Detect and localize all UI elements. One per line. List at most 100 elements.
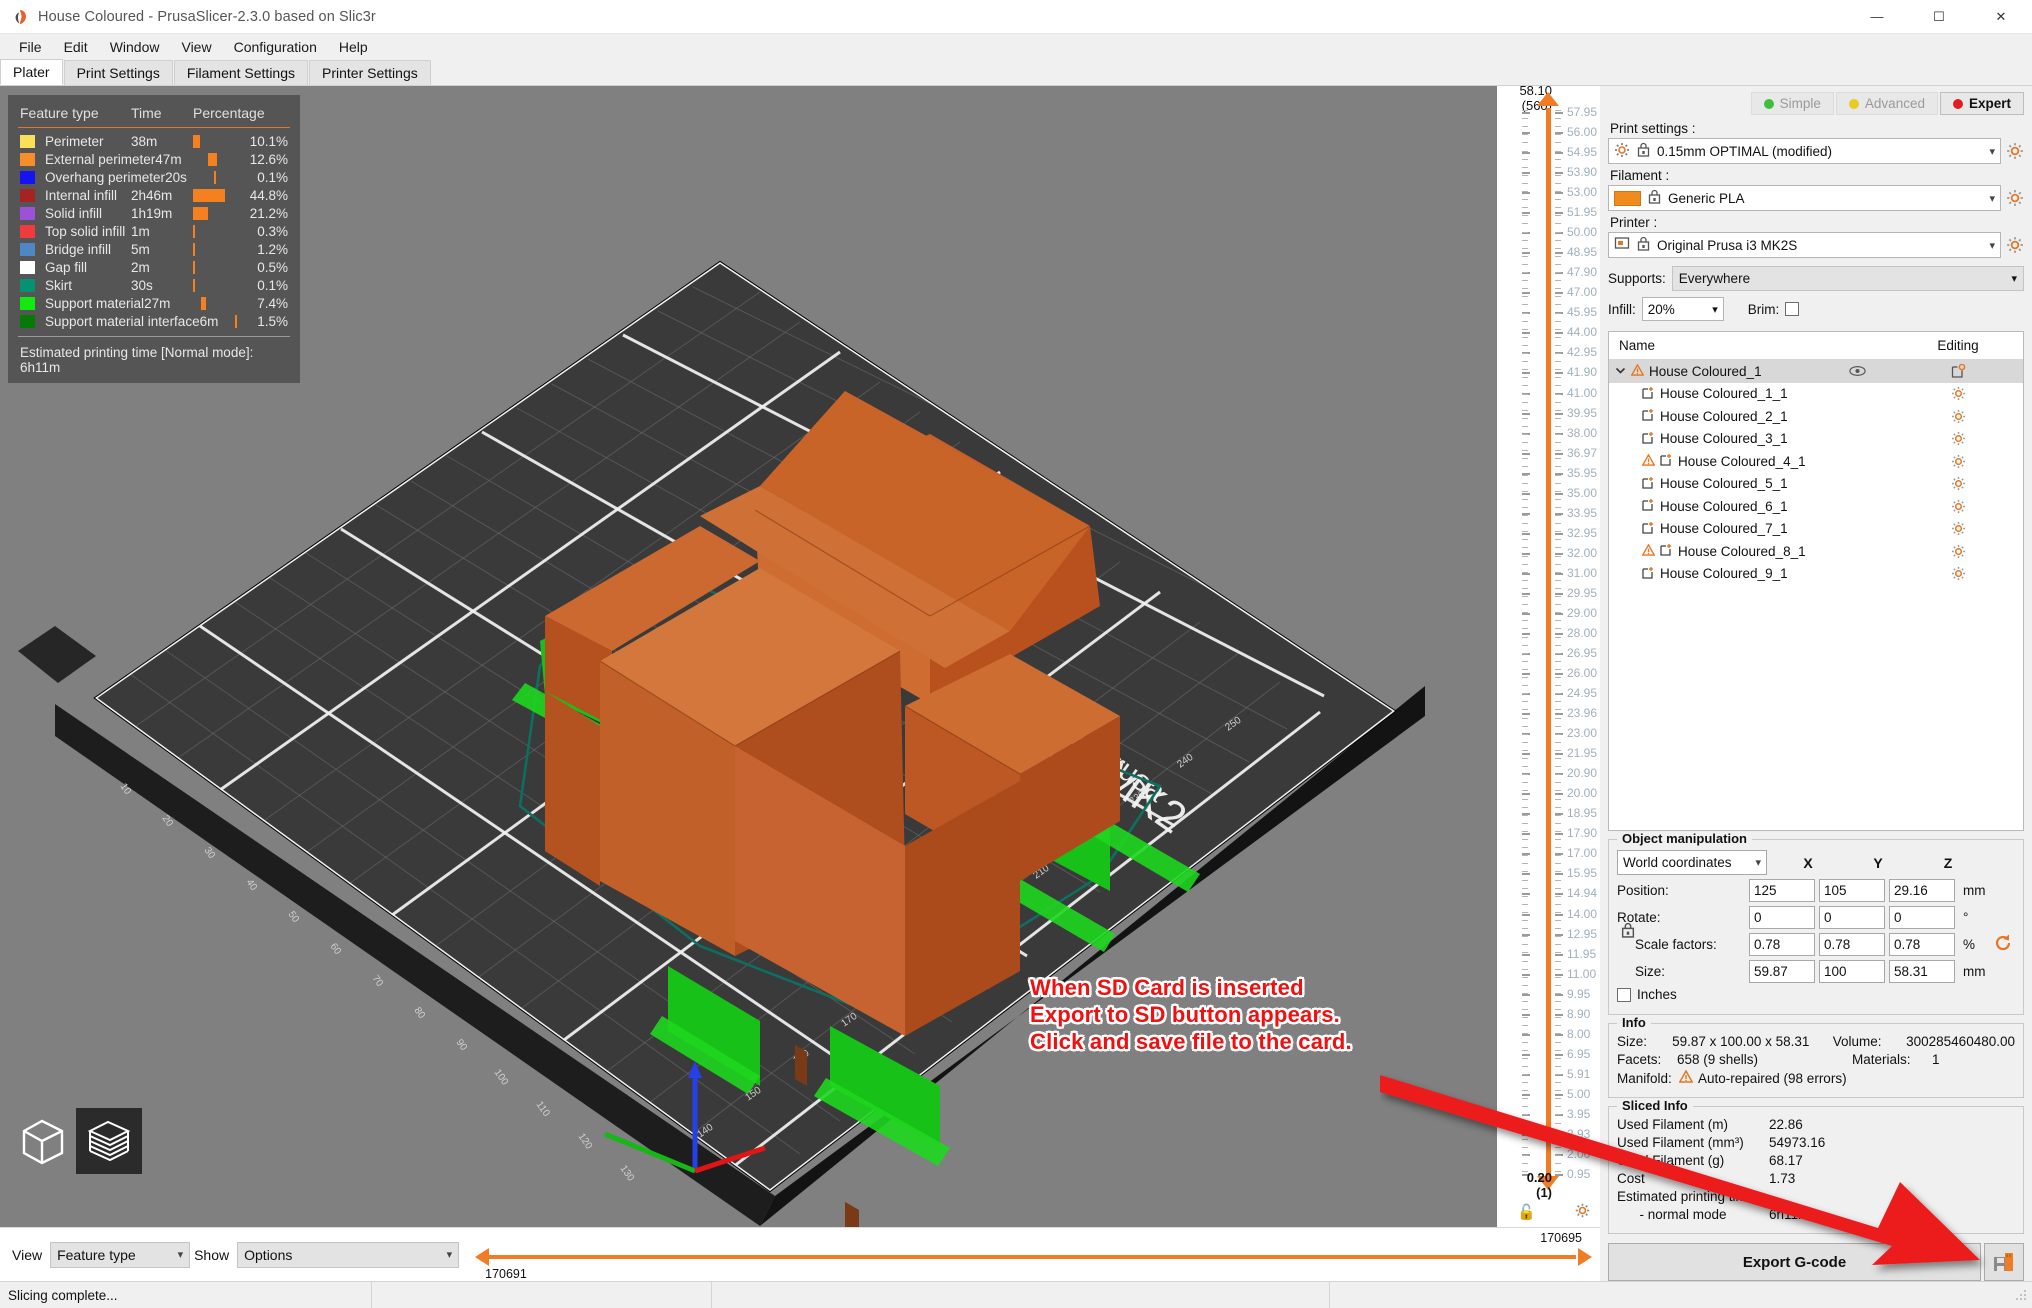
sliced-info-row: Cost1.73 <box>1617 1171 2015 1186</box>
close-button[interactable]: ✕ <box>1970 0 2032 34</box>
scale-z-input[interactable]: 0.78 <box>1889 933 1955 956</box>
layer-minor-tick <box>1555 483 1561 484</box>
object-editing-icon[interactable] <box>1893 409 2023 424</box>
object-editing-icon[interactable] <box>1893 566 2023 581</box>
moves-slider[interactable]: 170691 170695 <box>473 1231 1594 1279</box>
layer-minor-tick <box>1555 183 1561 184</box>
layer-slider[interactable]: 58.10 (560) 57.9556.0054.9553.9053.0051.… <box>1497 86 1600 1227</box>
infill-select[interactable]: 20% ▾ <box>1642 297 1724 321</box>
mode-simple-button[interactable]: Simple <box>1751 92 1834 115</box>
one-layer-lock-icon[interactable]: 🔓 <box>1517 1203 1536 1221</box>
expand-chevron-icon[interactable] <box>1615 364 1626 379</box>
object-editing-icon[interactable] <box>1893 454 2023 469</box>
menu-edit[interactable]: Edit <box>53 36 99 58</box>
size-x-input[interactable]: 59.87 <box>1749 960 1815 983</box>
tab-filament-settings[interactable]: Filament Settings <box>174 60 308 85</box>
preview-layers-view-icon[interactable] <box>76 1108 142 1174</box>
export-to-sd-button[interactable] <box>1984 1243 2024 1281</box>
export-gcode-button[interactable]: Export G-code <box>1608 1243 1981 1281</box>
moves-slider-track[interactable] <box>489 1255 1576 1259</box>
position-z-input[interactable]: 29.16 <box>1889 879 1955 902</box>
object-list-row[interactable]: House Coloured_1_1 <box>1609 383 2023 406</box>
layer-tick <box>1555 793 1563 795</box>
object-list-row[interactable]: House Coloured_2_1 <box>1609 405 2023 428</box>
print-settings-select[interactable]: 0.15mm OPTIMAL (modified) ▾ <box>1608 138 2001 164</box>
3d-viewport[interactable]: 10 20 30 40 50 60 70 80 90 100 110 120 1… <box>0 86 1497 1227</box>
mode-expert-button[interactable]: Expert <box>1940 92 2024 115</box>
object-list-row[interactable]: House Coloured_6_1 <box>1609 495 2023 518</box>
brim-checkbox[interactable] <box>1785 302 1799 316</box>
filament-edit-gear-icon[interactable] <box>2006 189 2024 207</box>
legend-feature-time: 30s <box>131 278 193 293</box>
scale-unit: % <box>1963 937 1991 952</box>
printer-select[interactable]: Original Prusa i3 MK2S ▾ <box>1608 232 2001 258</box>
view-mode-toolbar[interactable] <box>10 1108 142 1174</box>
object-editing-icon[interactable] <box>1893 476 2023 491</box>
object-list[interactable]: Name Editing House Coloured_1House Colou… <box>1608 331 2024 831</box>
size-y-input[interactable]: 100 <box>1819 960 1885 983</box>
object-list-row[interactable]: House Coloured_4_1 <box>1609 450 2023 473</box>
object-editing-icon[interactable] <box>1893 544 2023 559</box>
rotate-x-input[interactable]: 0 <box>1749 906 1815 929</box>
reset-rotation-icon[interactable] <box>1993 933 2013 956</box>
object-visibility-eye-icon[interactable] <box>1821 365 1893 377</box>
mode-advanced-button[interactable]: Advanced <box>1836 92 1938 115</box>
object-list-row[interactable]: House Coloured_1 <box>1609 360 2023 383</box>
uniform-scale-lock-icon[interactable] <box>1621 922 1635 941</box>
scale-y-input[interactable]: 0.78 <box>1819 933 1885 956</box>
tab-print-settings[interactable]: Print Settings <box>64 60 173 85</box>
object-row-name-cell: House Coloured_9_1 <box>1609 566 1821 582</box>
filament-select[interactable]: Generic PLA ▾ <box>1608 185 2001 211</box>
object-list-row[interactable]: House Coloured_5_1 <box>1609 473 2023 496</box>
svg-text:110: 110 <box>534 1099 552 1119</box>
menu-view[interactable]: View <box>170 36 222 58</box>
tab-plater[interactable]: Plater <box>0 59 63 85</box>
layer-minor-tick <box>1522 385 1528 386</box>
layer-tick-label: 0.95 <box>1567 1167 1590 1181</box>
legend-feature-time: 38m <box>131 134 193 149</box>
menu-window[interactable]: Window <box>99 36 171 58</box>
position-y-input[interactable]: 105 <box>1819 879 1885 902</box>
object-editing-icon[interactable] <box>1893 521 2023 536</box>
object-list-row[interactable]: House Coloured_8_1 <box>1609 540 2023 563</box>
minimize-button[interactable]: — <box>1846 0 1908 34</box>
moves-slider-left-handle[interactable] <box>475 1248 489 1266</box>
position-x-input[interactable]: 125 <box>1749 879 1815 902</box>
object-editing-icon[interactable] <box>1893 364 2023 379</box>
view-select[interactable]: Feature type ▾ <box>50 1242 190 1268</box>
object-editing-icon[interactable] <box>1893 386 2023 401</box>
coordinate-system-select[interactable]: World coordinates ▾ <box>1617 850 1767 875</box>
layer-tick-label: 35.00 <box>1567 486 1597 500</box>
layer-minor-tick <box>1555 977 1561 978</box>
3d-editor-view-icon[interactable] <box>10 1108 76 1174</box>
print-settings-edit-gear-icon[interactable] <box>2006 142 2024 160</box>
maximize-button[interactable]: ☐ <box>1908 0 1970 34</box>
layer-minor-tick <box>1555 888 1561 889</box>
resize-grip-icon[interactable] <box>2014 1288 2028 1302</box>
printer-edit-gear-icon[interactable] <box>2006 236 2024 254</box>
moves-slider-right-handle[interactable] <box>1578 1248 1592 1266</box>
rotate-z-input[interactable]: 0 <box>1889 906 1955 929</box>
inches-checkbox[interactable] <box>1617 988 1631 1002</box>
object-list-row[interactable]: House Coloured_9_1 <box>1609 563 2023 586</box>
supports-select[interactable]: Everywhere ▾ <box>1672 266 2024 291</box>
tab-printer-settings[interactable]: Printer Settings <box>309 60 431 85</box>
mode-selector: Simple Advanced Expert <box>1608 92 2024 115</box>
object-list-row[interactable]: House Coloured_7_1 <box>1609 518 2023 541</box>
slider-settings-gear-icon[interactable] <box>1575 1203 1590 1223</box>
menu-help[interactable]: Help <box>328 36 379 58</box>
layer-tick <box>1555 332 1563 334</box>
show-select[interactable]: Options ▾ <box>237 1242 459 1268</box>
layer-minor-tick <box>1522 774 1528 775</box>
size-z-input[interactable]: 58.31 <box>1889 960 1955 983</box>
menu-configuration[interactable]: Configuration <box>223 36 328 58</box>
object-editing-icon[interactable] <box>1893 431 2023 446</box>
layer-slider-upper-handle[interactable] <box>1537 92 1559 106</box>
menu-file[interactable]: File <box>8 36 53 58</box>
scale-x-input[interactable]: 0.78 <box>1749 933 1815 956</box>
object-list-row[interactable]: House Coloured_3_1 <box>1609 428 2023 451</box>
object-editing-icon[interactable] <box>1893 499 2023 514</box>
rotate-y-input[interactable]: 0 <box>1819 906 1885 929</box>
filament-label: Filament : <box>1610 168 2024 183</box>
layer-tick-label: 17.00 <box>1567 846 1597 860</box>
